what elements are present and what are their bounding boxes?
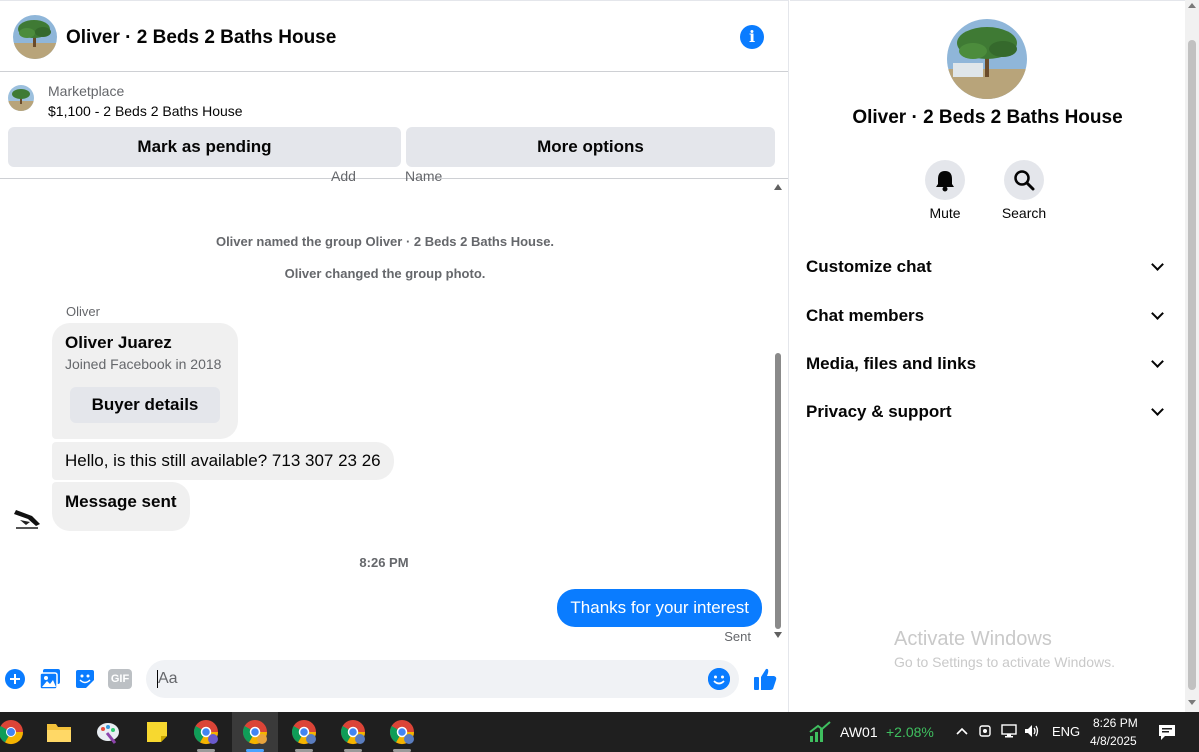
menu-media-files-links[interactable]: Media, files and links [806,349,1168,379]
plus-circle-icon[interactable] [4,668,26,690]
stock-change[interactable]: +2.08% [886,724,934,740]
menu-item-label: Chat members [806,306,925,325]
screen: Oliver · 2 Beds 2 Baths House i Marketpl… [0,0,1199,752]
chevron-down-icon[interactable] [1151,403,1164,416]
search-icon[interactable] [1004,160,1044,200]
chat-pane: Oliver · 2 Beds 2 Baths House i Marketpl… [0,0,789,712]
taskbar-chrome-profile-icon[interactable] [183,712,229,752]
sticker-icon[interactable] [74,668,96,690]
taskbar-chrome-profile-icon[interactable] [379,712,425,752]
buyer-joined-text: Joined Facebook in 2018 [65,356,222,372]
sender-name: Oliver [66,304,100,319]
taskbar-chrome-profile-icon[interactable] [281,712,327,752]
language-indicator[interactable]: ENG [1052,724,1080,739]
page-scroll-down-arrow-icon[interactable] [1188,700,1196,705]
taskbar-file-explorer-icon[interactable] [36,712,82,752]
mute-label: Mute [929,205,961,221]
taskbar-chrome-icon[interactable] [0,712,34,752]
menu-item-label: Privacy & support [806,402,952,421]
listing-price-title[interactable]: $1,100 - 2 Beds 2 Baths House [48,103,243,119]
text-caret [157,670,158,688]
scroll-down-arrow-icon[interactable] [774,632,782,638]
clock-date[interactable]: 4/8/2025 [1090,734,1137,748]
activate-windows-subtitle: Go to Settings to activate Windows. [894,654,1115,670]
taskbar-chrome-active-icon[interactable] [232,712,278,752]
sent-status: Sent [724,629,751,644]
meet-now-icon[interactable] [978,722,994,743]
message-composer: GIF [0,655,788,705]
activate-windows-title: Activate Windows [894,628,1052,650]
more-options-button[interactable]: More options [406,127,775,167]
incoming-message[interactable]: Hello, is this still available? 713 307 … [52,442,394,480]
mark-as-pending-button[interactable]: Mark as pending [8,127,401,167]
listing-source: Marketplace [48,83,125,99]
page-scroll-thumb[interactable] [1188,40,1196,690]
message-input-wrapper [146,660,739,698]
mute-action[interactable]: Mute [910,160,980,221]
marketplace-listing-bar: Marketplace $1,100 - 2 Beds 2 Baths Hous… [0,72,788,179]
page-scroll-up-arrow-icon[interactable] [1188,3,1196,8]
thread-scrollbar[interactable] [772,180,784,645]
search-label: Search [1001,205,1047,221]
stock-ticker[interactable]: AW01 [840,724,878,740]
panel-title: Oliver · 2 Beds 2 Baths House [852,107,1123,128]
taskbar-sticky-notes-icon[interactable] [134,712,180,752]
menu-item-label: Customize chat [806,257,932,276]
sender-avatar[interactable] [10,500,44,534]
volume-icon[interactable] [1023,722,1041,743]
taskbar-chrome-profile-icon[interactable] [330,712,376,752]
buyer-name: Oliver Juarez [65,333,172,352]
menu-customize-chat[interactable]: Customize chat [806,252,1168,282]
chevron-down-icon[interactable] [1151,355,1164,368]
system-message: Oliver changed the group photo. [284,266,486,281]
page-scrollbar[interactable] [1185,0,1199,712]
chevron-down-icon[interactable] [1151,258,1164,271]
message-timestamp: 8:26 PM [359,555,409,570]
chevron-down-icon[interactable] [1151,307,1164,320]
message-thread: Oliver named the group Oliver · 2 Beds 2… [0,180,770,650]
scroll-up-arrow-icon[interactable] [774,184,782,190]
network-icon[interactable] [1000,722,1018,743]
gif-icon[interactable]: GIF [108,669,132,689]
menu-privacy-support[interactable]: Privacy & support [806,397,1168,427]
info-icon[interactable]: i [740,25,764,49]
group-avatar[interactable] [13,15,57,59]
photo-gallery-icon[interactable] [39,668,61,690]
message-input[interactable] [158,660,698,698]
thumbs-up-icon[interactable] [752,666,778,692]
stock-trend-icon[interactable] [808,720,832,749]
conversation-info-panel: Oliver · 2 Beds 2 Baths House Mute Searc… [790,0,1185,712]
clock-time[interactable]: 8:26 PM [1093,716,1138,730]
emoji-icon[interactable] [708,668,730,690]
panel-group-avatar[interactable] [947,19,1027,99]
menu-item-label: Media, files and links [806,354,977,373]
listing-thumbnail[interactable] [8,85,34,111]
buyer-details-button[interactable]: Buyer details [70,387,220,423]
menu-chat-members[interactable]: Chat members [806,301,1168,331]
chat-title[interactable]: Oliver · 2 Beds 2 Baths House [66,27,336,49]
scroll-thumb[interactable] [775,353,781,629]
system-message: Oliver named the group Oliver · 2 Beds 2… [215,234,555,249]
outgoing-message[interactable]: Thanks for your interest [557,589,762,627]
buyer-profile-card: Oliver Juarez Joined Facebook in 2018 Bu… [52,323,238,439]
windows-taskbar: AW01 +2.08% ENG 8:26 PM 4/8/2025 [0,712,1199,752]
search-action[interactable]: Search [989,160,1059,221]
notification-icon[interactable] [1157,722,1177,745]
taskbar-paint-icon[interactable] [85,712,131,752]
bell-icon[interactable] [925,160,965,200]
chevron-up-icon[interactable] [955,721,969,744]
incoming-message[interactable]: Message sent [52,482,190,531]
chat-header: Oliver · 2 Beds 2 Baths House i [0,0,788,72]
